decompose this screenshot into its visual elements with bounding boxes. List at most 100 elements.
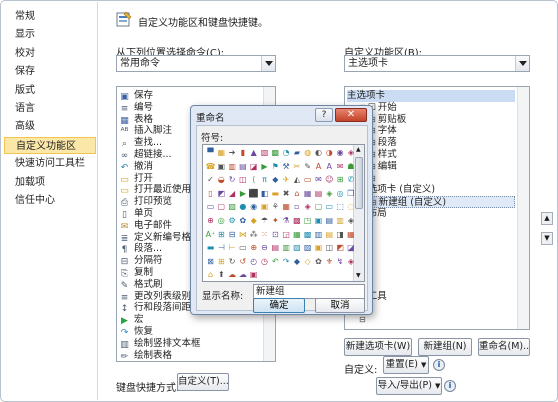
symbol-cell[interactable]: ✉ — [313, 174, 324, 185]
symbol-cell[interactable]: ✆ — [345, 174, 356, 185]
symbol-cell[interactable]: ⚘ — [270, 201, 281, 212]
symbol-cell[interactable]: ⚒ — [281, 161, 292, 172]
symbol-cell[interactable]: ☗ — [345, 161, 356, 172]
sidebar-item[interactable]: 校对 — [4, 45, 96, 62]
symbol-cell[interactable]: ◫ — [324, 242, 335, 253]
display-name-input[interactable]: 新建组 — [253, 284, 365, 299]
symbol-cell[interactable]: ↻ — [227, 256, 238, 267]
symbol-cell[interactable]: ◫ — [237, 174, 248, 185]
command-item[interactable]: ▦ 表格 — [119, 114, 153, 126]
command-item[interactable]: ✉ 电子邮件 — [119, 220, 172, 232]
sidebar-item[interactable]: 语言 — [4, 100, 96, 117]
symbol-cell[interactable]: ▨ — [227, 201, 238, 212]
sidebar-item[interactable]: 加载项 — [4, 174, 96, 191]
command-item[interactable]: ⎘ 复制 — [119, 267, 153, 279]
symbol-cell[interactable]: ◐ — [313, 147, 324, 158]
symbol-cell[interactable]: ▥ — [335, 215, 346, 226]
symbol-cell[interactable]: ▤ — [237, 161, 248, 172]
symbol-cell[interactable]: ▶ — [259, 161, 270, 172]
symbol-cell[interactable]: ☁ — [227, 269, 238, 280]
sidebar-item[interactable]: 保存 — [4, 63, 96, 80]
symbol-cell[interactable]: ◲ — [281, 229, 292, 240]
symbol-cell[interactable]: ⊕ — [205, 215, 216, 226]
symbol-cell[interactable]: ✈ — [281, 174, 292, 185]
symbol-cell[interactable]: ⟨ — [248, 174, 259, 185]
symbol-cell[interactable]: ◉ — [335, 147, 346, 158]
symbol-cell[interactable]: ⊣ — [216, 242, 227, 253]
reset-button[interactable]: 重置(E) ▼ — [383, 356, 429, 374]
sidebar-item[interactable]: 显示 — [4, 26, 96, 43]
command-item[interactable]: ✎ 格式刷 — [119, 279, 163, 291]
move-up-icon[interactable]: ▲ — [541, 212, 553, 225]
symbol-cell[interactable]: ⚙ — [227, 215, 238, 226]
symbol-cell[interactable]: ▶ — [237, 188, 248, 199]
ribbon-tree-item[interactable]: ⊟段落 — [369, 137, 515, 149]
command-item[interactable]: ▣ 保存 — [119, 90, 153, 102]
symbol-cell[interactable]: ◈ — [345, 147, 356, 158]
new-group-button[interactable]: 新建组(N) — [418, 338, 472, 356]
symbol-cell[interactable]: ⁙ — [259, 229, 270, 240]
symbol-cell[interactable]: ✎ — [302, 161, 313, 172]
symbol-cell[interactable]: ⊞ — [335, 174, 346, 185]
symbol-cell[interactable]: ◑ — [324, 147, 335, 158]
symbol-cell[interactable]: ◒ — [216, 174, 227, 185]
symbol-cell[interactable]: ◷ — [259, 256, 270, 267]
symbol-cell[interactable]: ▢ — [216, 201, 227, 212]
ribbon-tabs-select[interactable]: 主选项卡 — [344, 55, 530, 72]
symbol-cell[interactable]: ↷ — [281, 256, 292, 267]
symbol-cell[interactable]: ➔ — [227, 147, 238, 158]
symbol-cell[interactable]: ⬛ — [248, 188, 259, 199]
symbol-cell[interactable]: ◌ — [345, 201, 356, 212]
sidebar-item[interactable]: 信任中心 — [4, 192, 96, 209]
symbol-cell[interactable]: ↻ — [227, 174, 238, 185]
commands-source-select[interactable]: 常用命令 — [116, 55, 276, 72]
symbol-cell[interactable]: ◍ — [302, 147, 313, 158]
symbol-cell[interactable]: A — [313, 161, 324, 172]
symbol-cell[interactable]: ◉ — [248, 201, 259, 212]
move-down-icon[interactable]: ▼ — [541, 232, 553, 245]
symbol-cell[interactable]: ⬚ — [335, 201, 346, 212]
sidebar-item[interactable]: 高级 — [4, 118, 96, 135]
ribbon-tree-item[interactable]: ⊟工具 — [359, 291, 515, 303]
symbol-cell[interactable]: ▭ — [237, 242, 248, 253]
symbol-cell[interactable]: ◭ — [291, 174, 302, 185]
cancel-button[interactable]: 取消 — [315, 298, 365, 313]
symbol-cell[interactable]: ◩ — [335, 242, 346, 253]
symbol-cell[interactable]: ◩ — [216, 188, 227, 199]
ribbon-tree-item[interactable]: ⊟布局 — [359, 208, 515, 220]
ribbon-tree-item[interactable]: ⊟☑开始 — [359, 102, 515, 114]
symbol-cell[interactable]: ◎ — [216, 215, 227, 226]
symbol-cell[interactable]: ⊟ — [227, 229, 238, 240]
symbol-cell[interactable]: ◆ — [270, 174, 281, 185]
symbol-cell[interactable]: ◢ — [227, 188, 238, 199]
symbol-cell[interactable]: ▩ — [291, 215, 302, 226]
symbol-cell[interactable]: ◈ — [324, 188, 335, 199]
ribbon-tree-item[interactable]: ⊟ — [359, 255, 515, 267]
symbol-cell[interactable]: ↺ — [237, 256, 248, 267]
expand-icon[interactable]: ⊟ — [359, 315, 366, 324]
symbol-cell[interactable]: ▲ — [248, 147, 259, 158]
symbol-cell[interactable]: ▤ — [270, 242, 281, 253]
scroll-down-icon[interactable]: ▼ — [356, 272, 361, 280]
symbol-cell[interactable]: ▨ — [302, 242, 313, 253]
command-item[interactable]: ≡ 更改列表级别 — [119, 291, 191, 303]
ribbon-scrollbar[interactable] — [517, 87, 529, 329]
command-item[interactable]: ↶ 撤消 — [119, 161, 153, 173]
command-item[interactable]: ▯ 单页 — [119, 208, 153, 220]
symbol-cell[interactable]: ✖ — [281, 188, 292, 199]
command-item[interactable]: ▭ 打开 — [119, 173, 153, 185]
sidebar-item[interactable]: 自定义功能区 — [4, 136, 96, 154]
symbol-cell[interactable]: ✿ — [237, 215, 248, 226]
symbol-cell[interactable]: ▦ — [345, 229, 356, 240]
symbol-cell[interactable]: ▤ — [324, 229, 335, 240]
symbol-cell[interactable]: ✓ — [205, 174, 216, 185]
symbol-cell[interactable]: ▀ — [205, 147, 216, 158]
symbol-cell[interactable]: ▧ — [291, 242, 302, 253]
symbol-cell[interactable]: ◪ — [345, 242, 356, 253]
symbol-cell[interactable]: ↯ — [335, 256, 346, 267]
symbol-cell[interactable]: ✂ — [291, 161, 302, 172]
symbol-cell[interactable]: ☎ — [205, 161, 216, 172]
symbol-cell[interactable]: ● — [237, 201, 248, 212]
command-item[interactable]: ▶ 宏 — [119, 314, 143, 326]
symbol-cell[interactable]: ▧ — [259, 147, 270, 158]
